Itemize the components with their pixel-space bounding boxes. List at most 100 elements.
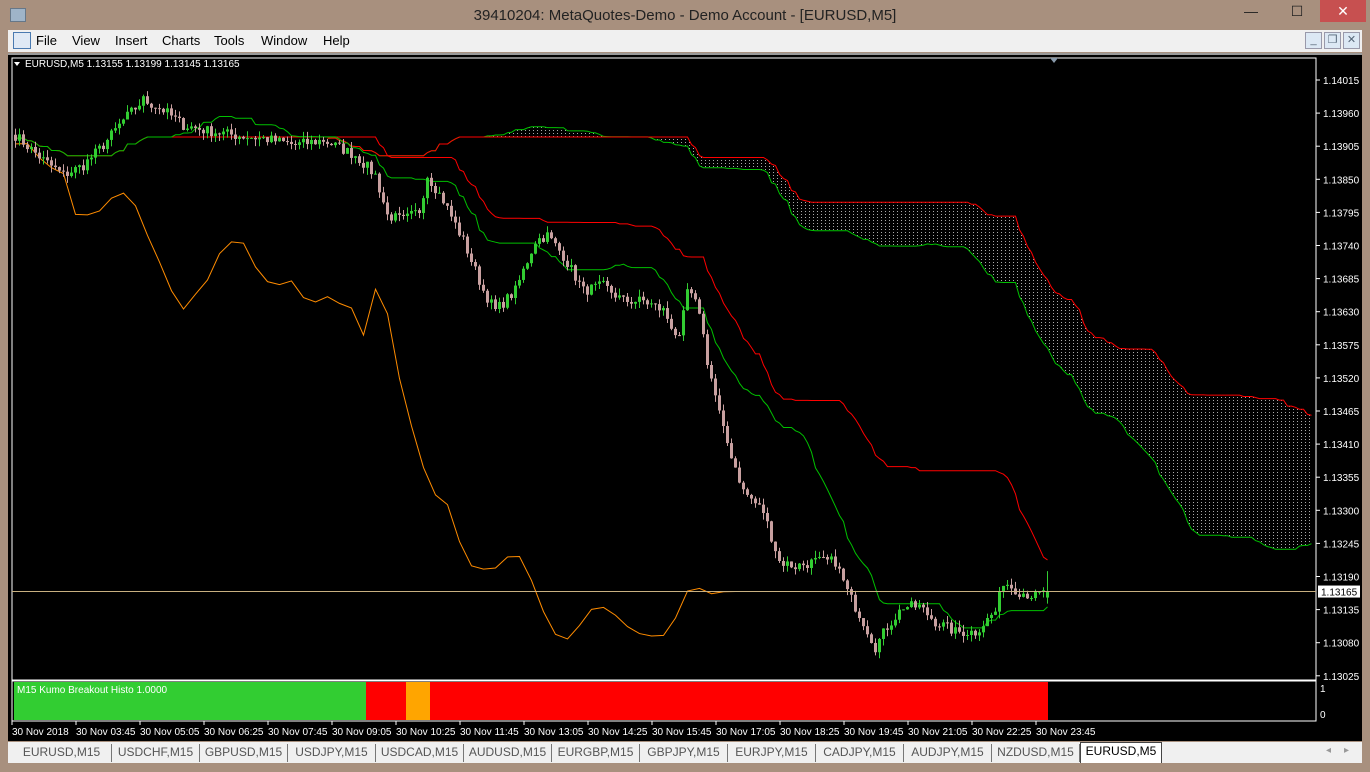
tab-usdcad-m15[interactable]: USDCAD,M15 [376, 744, 464, 762]
candle-body [870, 634, 873, 643]
menu-insert[interactable]: Insert [115, 33, 148, 48]
candle-body [862, 618, 865, 627]
mdi-restore-button[interactable]: ❐ [1324, 32, 1341, 49]
tab-scroll-right-icon[interactable]: ▸ [1344, 745, 1349, 756]
candle-body [526, 263, 529, 269]
candle-body [938, 626, 941, 628]
candle-body [670, 318, 673, 329]
candle-body [714, 378, 717, 396]
candle-body [242, 136, 245, 139]
candle-body [350, 148, 353, 158]
candle-body [730, 443, 733, 459]
menu-window[interactable]: Window [261, 33, 307, 48]
histo-segment [406, 682, 434, 720]
candle-body [734, 458, 737, 468]
candle-body [74, 167, 77, 173]
candle-body [290, 141, 293, 144]
candle-body [986, 618, 989, 627]
candle-body [26, 144, 29, 150]
candle-body [470, 253, 473, 263]
candle-body [522, 268, 525, 280]
tab-audjpy-m15[interactable]: AUDJPY,M15 [904, 744, 992, 762]
time-label: 30 Nov 15:45 [652, 727, 712, 738]
tab-gbpusd-m15[interactable]: GBPUSD,M15 [200, 744, 288, 762]
candle-body [146, 96, 149, 104]
candle-body [982, 626, 985, 633]
candle-body [346, 148, 349, 154]
menu-file[interactable]: File [36, 33, 57, 48]
candle-body [562, 250, 565, 261]
candle-body [502, 301, 505, 308]
symbol-dropdown-icon[interactable] [14, 62, 20, 66]
chart-tabs: EURUSD,M15 USDCHF,M15 GBPUSD,M15 USDJPY,M15… [8, 742, 1362, 763]
candle-body [518, 279, 521, 286]
candle-body [414, 210, 417, 212]
minimize-button[interactable]: — [1228, 0, 1274, 22]
candle-body [270, 135, 273, 143]
candle-body [410, 210, 413, 214]
candle-body [198, 127, 201, 130]
tab-cadjpy-m15[interactable]: CADJPY,M15 [816, 744, 904, 762]
price-label: 1.13245 [1323, 539, 1360, 550]
candle-body [286, 141, 289, 143]
candle-body [998, 591, 1001, 612]
candle-body [914, 601, 917, 608]
tab-scroll-left-icon[interactable]: ◂ [1326, 745, 1331, 756]
candle-body [578, 280, 581, 282]
candle-body [742, 482, 745, 490]
mdi-minimize-button[interactable]: _ [1305, 32, 1322, 49]
tab-audusd-m15[interactable]: AUDUSD,M15 [464, 744, 552, 762]
close-button[interactable]: ✕ [1320, 0, 1366, 22]
maximize-button[interactable]: ☐ [1274, 0, 1320, 22]
candle-body [1030, 598, 1033, 600]
tab-nzdusd-m15[interactable]: NZDUSD,M15 [992, 744, 1080, 762]
candle-body [14, 134, 17, 141]
candle-body [34, 146, 37, 153]
candle-body [826, 557, 829, 560]
tab-usdchf-m15[interactable]: USDCHF,M15 [112, 744, 200, 762]
candle-body [298, 142, 301, 145]
price-label: 1.13135 [1323, 606, 1360, 617]
candle-body [894, 619, 897, 626]
shift-marker-icon[interactable] [1050, 58, 1058, 63]
candle-body [834, 556, 837, 567]
tab-eurusd-m5[interactable]: EURUSD,M5 [1080, 742, 1162, 763]
candle-body [786, 561, 789, 566]
candle-body [234, 134, 237, 139]
candle-body [262, 137, 265, 139]
candle-body [570, 265, 573, 267]
price-chart[interactable]: EURUSD,M5 1.13155 1.13199 1.13145 1.1316… [8, 55, 1362, 741]
indicator-scale-min: 0 [1320, 710, 1326, 721]
chart-window-icon[interactable] [13, 32, 31, 49]
candle-body [574, 265, 577, 281]
candle-body [66, 171, 69, 176]
tab-eurusd-m15[interactable]: EURUSD,M15 [12, 744, 112, 762]
candle-body [630, 301, 633, 304]
price-label: 1.13465 [1323, 407, 1360, 418]
chart-window[interactable]: EURUSD,M5 1.13155 1.13199 1.13145 1.1316… [8, 53, 1362, 741]
time-label: 30 Nov 18:25 [780, 727, 840, 738]
candle-body [182, 118, 185, 130]
tab-eurgbp-m15[interactable]: EURGBP,M15 [552, 744, 640, 762]
candle-body [154, 107, 157, 109]
tab-usdjpy-m15[interactable]: USDJPY,M15 [288, 744, 376, 762]
candle-body [222, 131, 225, 135]
menu-charts[interactable]: Charts [162, 33, 200, 48]
candle-body [514, 285, 517, 298]
candle-body [602, 280, 605, 282]
candle-body [926, 607, 929, 616]
candle-body [22, 134, 25, 145]
candle-body [994, 611, 997, 615]
menu-tools[interactable]: Tools [214, 33, 244, 48]
menu-help[interactable]: Help [323, 33, 350, 48]
tab-eurjpy-m15[interactable]: EURJPY,M15 [728, 744, 816, 762]
candle-body [494, 299, 497, 310]
mdi-close-button[interactable]: ✕ [1343, 32, 1360, 49]
tab-gbpjpy-m15[interactable]: GBPJPY,M15 [640, 744, 728, 762]
candle-body [54, 165, 57, 168]
menu-view[interactable]: View [72, 33, 100, 48]
candle-body [814, 557, 817, 560]
candle-body [966, 635, 969, 637]
candle-body [390, 214, 393, 221]
candle-body [1006, 584, 1009, 586]
